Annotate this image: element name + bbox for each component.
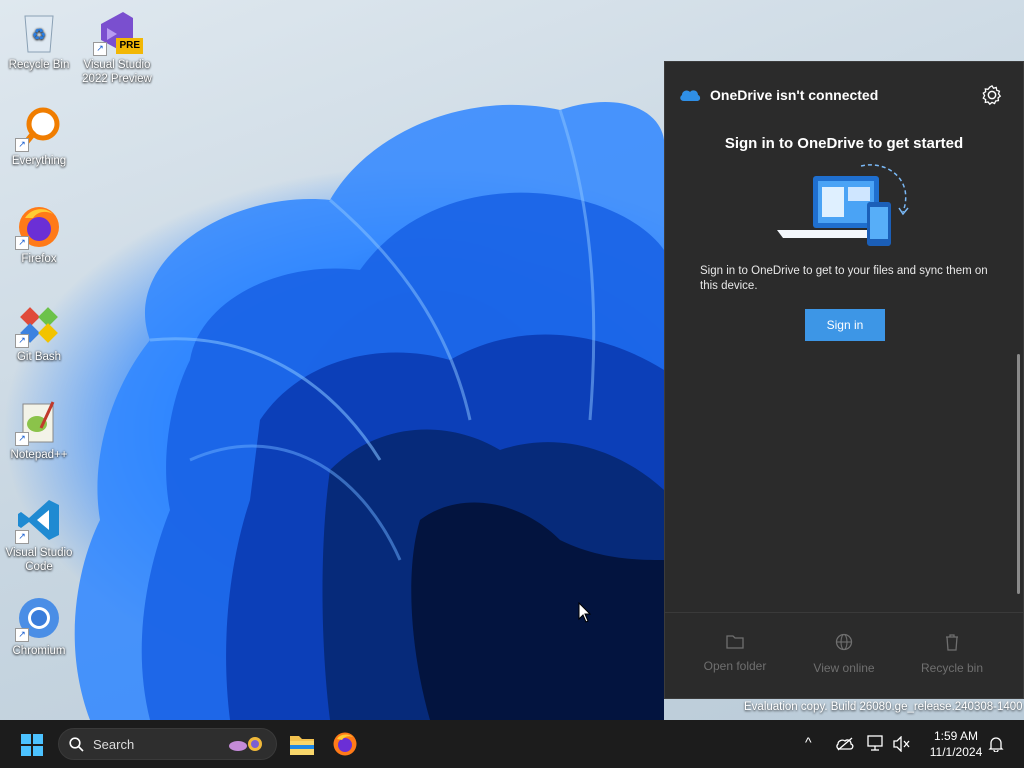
- desktop-icon-label: Git Bash: [16, 351, 62, 363]
- desktop-icon-visual-studio-2022-preview[interactable]: PRE ↗ Visual Studio 2022 Preview: [79, 8, 155, 86]
- clock[interactable]: 1:59 AM 11/1/2024: [916, 728, 996, 760]
- onedrive-heading: Sign in to OneDrive to get started: [724, 135, 964, 152]
- preview-badge: PRE: [116, 38, 143, 54]
- firefox-icon: ↗: [15, 202, 63, 250]
- start-windows-icon[interactable]: [21, 734, 43, 756]
- flyout-scrollbar[interactable]: [1017, 354, 1020, 594]
- desktop-icon-label: Visual Studio 2022 Preview: [82, 59, 152, 85]
- devices-sync-illustration: [777, 164, 909, 246]
- onedrive-status-title: OneDrive isn't connected: [710, 87, 879, 103]
- desktop-icon-label: Everything: [11, 155, 67, 167]
- notification-bell-icon[interactable]: [988, 736, 1004, 752]
- onedrive-description: Sign in to OneDrive to get to your files…: [700, 265, 988, 292]
- notepad-plus-plus-icon: ↗: [15, 398, 63, 446]
- taskbar-search-box[interactable]: Search: [58, 728, 277, 760]
- desktop-icon-label: Firefox: [21, 253, 57, 265]
- show-hidden-icons-chevron-icon[interactable]: ^: [805, 734, 812, 750]
- network-icon[interactable]: [867, 735, 885, 751]
- recycle-bin-button[interactable]: Recycle bin: [897, 633, 1007, 675]
- view-online-button[interactable]: View online: [789, 633, 899, 675]
- clock-date: 11/1/2024: [929, 745, 983, 759]
- shortcut-arrow-icon: ↗: [15, 432, 29, 446]
- vscode-icon: ↗: [15, 496, 63, 544]
- shortcut-arrow-icon: ↗: [15, 138, 29, 152]
- svg-text:♻: ♻: [32, 27, 46, 44]
- shortcut-arrow-icon: ↗: [15, 236, 29, 250]
- open-folder-button[interactable]: Open folder: [680, 633, 790, 673]
- recycle-bin-label: Recycle bin: [920, 661, 984, 675]
- desktop-icon-label: Recycle Bin: [8, 59, 70, 71]
- desktop-icon-recycle-bin[interactable]: ♻ Recycle Bin: [1, 8, 77, 72]
- desktop-icon-label: Visual Studio Code: [5, 547, 73, 573]
- sign-in-button[interactable]: Sign in: [805, 309, 885, 341]
- evaluation-watermark: Evaluation copy. Build 26080.ge_release.…: [744, 701, 1023, 713]
- mouse-cursor-icon: [578, 602, 592, 623]
- visual-studio-icon: PRE ↗: [93, 8, 143, 56]
- everything-search-icon: ↗: [15, 104, 63, 152]
- desktop-icon-visual-studio-code[interactable]: ↗ Visual Studio Code: [1, 496, 77, 574]
- desktop-icon-everything[interactable]: ↗ Everything: [1, 104, 77, 168]
- desktop-icon-chromium[interactable]: ↗ Chromium: [1, 594, 77, 658]
- onedrive-footer: Open folder View online Recycle bin: [665, 612, 1023, 698]
- volume-muted-icon[interactable]: [893, 736, 911, 752]
- shortcut-arrow-icon: ↗: [15, 628, 29, 642]
- trash-icon: [946, 634, 958, 651]
- chromium-icon: ↗: [15, 594, 63, 642]
- desktop-icon-label: Notepad++: [10, 449, 68, 461]
- onedrive-flyout: OneDrive isn't connected Sign in to OneD…: [664, 61, 1024, 699]
- search-icon: [69, 737, 84, 752]
- taskbar: Search ^ 1:59 AM 11/1/2024: [0, 720, 1024, 768]
- shortcut-arrow-icon: ↗: [15, 334, 29, 348]
- onedrive-cloud-icon: [680, 90, 701, 101]
- settings-gear-icon[interactable]: [981, 84, 1003, 106]
- folder-icon: [726, 635, 744, 649]
- desktop-icon-firefox[interactable]: ↗ Firefox: [1, 202, 77, 266]
- firefox-taskbar-icon[interactable]: [332, 731, 358, 757]
- search-highlight-icon: [229, 737, 262, 751]
- desktop-icon-label: Chromium: [12, 645, 66, 657]
- shortcut-arrow-icon: ↗: [15, 530, 29, 544]
- desktop-icon-git-bash[interactable]: ↗ Git Bash: [1, 300, 77, 364]
- desktop-icon-notepad-plus-plus[interactable]: ↗ Notepad++: [1, 398, 77, 462]
- onedrive-tray-icon[interactable]: [836, 737, 854, 751]
- shortcut-arrow-icon: ↗: [93, 42, 107, 56]
- search-placeholder: Search: [93, 737, 135, 752]
- view-online-label: View online: [813, 661, 875, 675]
- onedrive-header: OneDrive isn't connected: [665, 62, 1023, 126]
- open-folder-label: Open folder: [703, 659, 767, 673]
- git-bash-icon: ↗: [15, 300, 63, 348]
- globe-icon: [835, 633, 853, 651]
- file-explorer-icon[interactable]: [289, 732, 315, 756]
- clock-time: 1:59 AM: [933, 729, 979, 743]
- recycle-bin-icon: ♻: [15, 8, 63, 56]
